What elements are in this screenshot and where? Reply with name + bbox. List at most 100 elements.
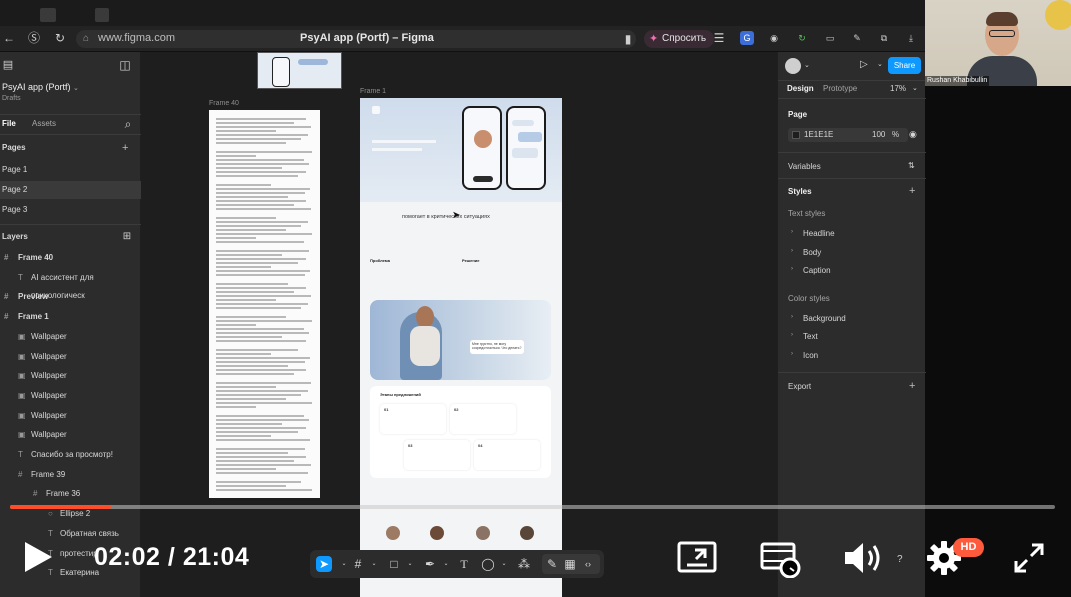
- bookmark-icon[interactable]: ▮: [621, 32, 635, 46]
- pen-tool-icon[interactable]: ✒: [422, 556, 438, 572]
- chevron-down-icon[interactable]: ⌄: [804, 61, 810, 69]
- layer-item[interactable]: ▣ Wallpaper: [0, 348, 141, 366]
- document-text-line: [216, 448, 305, 450]
- design-mode-icon[interactable]: ✎: [544, 556, 560, 572]
- layer-item[interactable]: ▣ Wallpaper: [0, 328, 141, 346]
- chevron-down-icon[interactable]: ⌄: [496, 556, 512, 572]
- duration: 21:04: [182, 543, 250, 571]
- divider: [0, 224, 141, 225]
- autoplay-icon[interactable]: [760, 540, 802, 578]
- search-icon[interactable]: ⌕: [121, 117, 135, 131]
- add-export-icon[interactable]: +: [909, 381, 915, 392]
- layer-item[interactable]: # Preview: [0, 288, 141, 306]
- frame-40[interactable]: [209, 110, 320, 498]
- document-text-line: [216, 303, 308, 305]
- variables-icon[interactable]: ⇅: [908, 161, 915, 170]
- document-text-line: [216, 175, 298, 177]
- ask-button[interactable]: ✦ Спросить: [644, 30, 715, 48]
- color-swatch[interactable]: [792, 131, 800, 139]
- back-icon[interactable]: ←: [2, 31, 16, 45]
- frame-1-label[interactable]: Frame 1: [360, 88, 386, 95]
- tab-design[interactable]: Design: [787, 84, 814, 93]
- page-item-1[interactable]: Page 1: [0, 161, 141, 179]
- frame-tool-icon[interactable]: #: [350, 556, 366, 572]
- comment-tool-icon[interactable]: ◯: [480, 556, 496, 572]
- figma-menu-icon[interactable]: ▤: [1, 58, 15, 72]
- add-page-icon[interactable]: +: [122, 143, 128, 154]
- chevron-down-icon[interactable]: ⌄: [366, 556, 382, 572]
- layer-item[interactable]: # Frame 36: [0, 485, 141, 503]
- camera-icon[interactable]: ◉: [767, 31, 781, 45]
- sync-icon[interactable]: ↻: [795, 31, 809, 45]
- layer-item[interactable]: ▣ Wallpaper: [0, 407, 141, 425]
- present-icon[interactable]: ▷: [860, 59, 868, 70]
- layer-item[interactable]: # Frame 39: [0, 466, 141, 484]
- share-button[interactable]: Share: [888, 57, 921, 74]
- tab-file[interactable]: File: [2, 119, 16, 128]
- text-style-headline[interactable]: Headline: [803, 229, 835, 238]
- color-style-background[interactable]: Background: [803, 314, 846, 323]
- layer-item[interactable]: # Frame 40: [0, 249, 141, 267]
- layer-item[interactable]: T AI ассистент для психологическ: [0, 269, 141, 300]
- yandex-icon[interactable]: Ⓢ: [27, 31, 41, 45]
- page-item-3[interactable]: Page 3: [0, 201, 141, 219]
- browser-tab[interactable]: [95, 8, 109, 22]
- color-style-icon[interactable]: Icon: [803, 351, 818, 360]
- divider: [778, 178, 926, 179]
- zoom-level[interactable]: 17%: [890, 84, 906, 93]
- user-avatar[interactable]: [785, 58, 801, 74]
- canvas[interactable]: Frame 40 Frame 1 помогает в критических …: [141, 52, 777, 597]
- tabs-icon[interactable]: ▭: [823, 31, 837, 45]
- draw-mode-icon[interactable]: ▦: [562, 556, 578, 572]
- reload-icon[interactable]: ↻: [53, 31, 67, 45]
- export-label[interactable]: Export: [788, 382, 811, 391]
- note-icon[interactable]: ✎: [850, 31, 864, 45]
- chevron-down-icon[interactable]: ⌄: [402, 556, 418, 572]
- color-hex[interactable]: 1E1E1E: [804, 130, 833, 139]
- extension-icon[interactable]: ⧉: [877, 31, 891, 45]
- text-style-body[interactable]: Body: [803, 248, 821, 257]
- opacity-value[interactable]: 100: [872, 130, 885, 139]
- menu-icon[interactable]: ☰: [712, 31, 726, 45]
- actions-tool-icon[interactable]: ⁂: [516, 556, 532, 572]
- document-text-line: [216, 353, 271, 355]
- browser-tab[interactable]: [40, 8, 56, 22]
- layer-item[interactable]: T Спасибо за просмотр!: [0, 446, 141, 464]
- person-head: [416, 306, 434, 328]
- chevron-down-icon[interactable]: ⌄: [877, 60, 883, 68]
- volume-icon[interactable]: [843, 540, 885, 576]
- downloads-icon[interactable]: ⤓: [904, 31, 918, 45]
- tab-assets[interactable]: Assets: [32, 119, 56, 128]
- tab-prototype[interactable]: Prototype: [823, 84, 857, 93]
- add-style-icon[interactable]: +: [909, 186, 915, 197]
- chevron-down-icon[interactable]: ⌄: [438, 556, 454, 572]
- visibility-icon[interactable]: ◉: [909, 129, 917, 140]
- layer-item[interactable]: ▣ Wallpaper: [0, 426, 141, 444]
- page-item-2[interactable]: Page 2: [0, 181, 141, 199]
- miniplayer-icon[interactable]: [677, 540, 717, 574]
- text-tool-icon[interactable]: T: [456, 556, 472, 572]
- layer-item[interactable]: ▣ Wallpaper: [0, 387, 141, 405]
- page-color-field[interactable]: 1E1E1E 100 %: [788, 128, 908, 142]
- color-style-text[interactable]: Text: [803, 332, 818, 341]
- address-bar[interactable]: ⌂ www.figma.com PsyAI app (Portf) – Figm…: [76, 30, 636, 48]
- rectangle-tool-icon[interactable]: □: [386, 556, 402, 572]
- layers-options-icon[interactable]: ⊞: [120, 230, 134, 244]
- translate-icon[interactable]: G: [740, 31, 754, 45]
- text-style-caption[interactable]: Caption: [803, 266, 831, 275]
- fullscreen-icon[interactable]: [1012, 541, 1046, 575]
- variables-label[interactable]: Variables: [788, 162, 821, 171]
- dev-mode-icon[interactable]: ‹›: [580, 556, 596, 572]
- speed-label[interactable]: ?: [897, 554, 903, 565]
- cards-heading: Этапы предложений: [380, 392, 421, 397]
- frame-1[interactable]: помогает в критических ситуациях Проблем…: [360, 98, 562, 597]
- video-progress-bar[interactable]: [10, 505, 1055, 509]
- chevron-down-icon[interactable]: ⌄: [912, 84, 918, 92]
- layer-item[interactable]: ▣ Wallpaper: [0, 367, 141, 385]
- move-tool-icon[interactable]: ➤: [316, 556, 332, 572]
- play-icon[interactable]: [22, 540, 54, 574]
- sidebar-toggle-icon[interactable]: ◫: [118, 58, 132, 72]
- frame-40-label[interactable]: Frame 40: [209, 100, 239, 107]
- preview-frame[interactable]: [257, 52, 342, 89]
- layer-item[interactable]: # Frame 1: [0, 308, 141, 326]
